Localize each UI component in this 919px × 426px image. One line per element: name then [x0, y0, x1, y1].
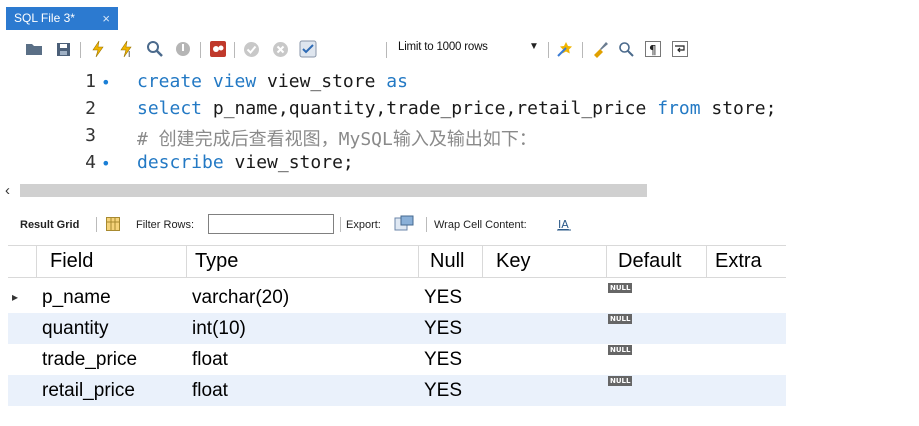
table-row[interactable]: quantity int(10) YES NULL [8, 313, 786, 344]
toggle-error-icon[interactable] [208, 39, 228, 59]
svg-text:I: I [128, 50, 130, 58]
cell-null[interactable]: YES [424, 313, 462, 344]
cell-type[interactable]: int(10) [192, 313, 246, 344]
line-number: 1 [85, 71, 96, 92]
statement-marker-icon: • [101, 154, 111, 173]
result-grid-tab[interactable]: Result Grid [20, 219, 79, 231]
cell-null[interactable]: YES [424, 375, 462, 406]
tab-sql-file-3[interactable]: SQL File 3* × [6, 7, 118, 30]
commit-icon[interactable] [241, 39, 261, 59]
export-label: Export: [346, 219, 381, 231]
scroll-left-icon[interactable]: ‹ [5, 182, 10, 199]
table-row[interactable]: retail_price float YES NULL [8, 375, 786, 406]
code-line-2: select p_name,quantity,trade_price,retai… [137, 98, 777, 119]
stop-icon[interactable] [173, 39, 193, 59]
cell-null[interactable]: YES [424, 282, 462, 313]
line-number: 4 [85, 152, 96, 173]
sql-editor[interactable]: 1 • create view view_store as 2 select p… [0, 68, 919, 180]
column-header-extra[interactable]: Extra [715, 246, 762, 277]
cell-type[interactable]: varchar(20) [192, 282, 289, 313]
invisible-chars-icon[interactable]: ¶ [643, 39, 663, 59]
execute-icon[interactable] [88, 39, 108, 59]
scrollbar-thumb[interactable] [20, 184, 647, 197]
grid-header-row: Field Type Null Key Default Extra [8, 245, 786, 278]
rollback-icon[interactable] [270, 39, 290, 59]
find-icon[interactable] [616, 39, 636, 59]
code-line-1: create view view_store as [137, 71, 408, 92]
cell-default-null-badge[interactable]: NULL [608, 376, 633, 386]
export-icon[interactable] [394, 215, 414, 236]
cell-type[interactable]: float [192, 344, 228, 375]
cell-field[interactable]: quantity [42, 313, 109, 344]
code-line-4: describe view_store; [137, 152, 354, 173]
statement-marker-icon: • [101, 73, 111, 92]
cell-default-null-badge[interactable]: NULL [608, 345, 633, 355]
cell-default-null-badge[interactable]: NULL [608, 283, 633, 293]
table-row[interactable]: ▸ p_name varchar(20) YES NULL [8, 282, 786, 313]
table-row[interactable]: trade_price float YES NULL [8, 344, 786, 375]
tab-title: SQL File 3* [14, 11, 75, 25]
svg-text:¶: ¶ [649, 43, 657, 57]
cell-field[interactable]: trade_price [42, 344, 137, 375]
line-number: 3 [85, 125, 96, 146]
column-header-type[interactable]: Type [195, 246, 238, 277]
wrap-cell-label: Wrap Cell Content: [434, 219, 527, 231]
cell-null[interactable]: YES [424, 344, 462, 375]
filter-rows-label: Filter Rows: [136, 219, 195, 231]
column-header-field[interactable]: Field [50, 246, 93, 277]
code-line-3-comment: # 创建完成后查看视图，MySQL输入及输出如下： [137, 129, 537, 150]
editor-tab-strip: SQL File 3* × [0, 0, 919, 30]
beautify-icon[interactable] [556, 39, 576, 59]
editor-horizontal-scrollbar[interactable]: ‹ [0, 181, 919, 201]
column-header-null[interactable]: Null [430, 246, 464, 277]
autocommit-icon[interactable] [298, 39, 318, 59]
result-grid: Field Type Null Key Default Extra ▸ p_na… [8, 245, 786, 406]
cell-default-null-badge[interactable]: NULL [608, 314, 633, 324]
grid-icon[interactable] [106, 217, 120, 234]
column-header-key[interactable]: Key [496, 246, 530, 277]
chevron-down-icon[interactable]: ▼ [529, 41, 539, 52]
cell-field[interactable]: p_name [42, 282, 111, 313]
row-selected-arrow-icon: ▸ [12, 290, 19, 304]
column-header-default[interactable]: Default [618, 246, 681, 277]
save-icon[interactable] [53, 39, 73, 59]
folder-icon[interactable] [24, 39, 44, 59]
cell-field[interactable]: retail_price [42, 375, 135, 406]
wrap-icon[interactable] [670, 39, 690, 59]
tab-close-icon[interactable]: × [102, 7, 110, 30]
explain-icon[interactable] [145, 39, 165, 59]
wrap-cell-icon[interactable]: IA [557, 217, 571, 234]
brush-icon[interactable] [590, 39, 610, 59]
result-toolbar: Result Grid Filter Rows: Export: Wrap Ce… [0, 212, 919, 238]
filter-rows-input[interactable] [208, 214, 334, 234]
line-number: 2 [85, 98, 96, 119]
svg-text:IA: IA [558, 218, 569, 231]
execute-current-icon[interactable]: I [117, 39, 137, 59]
limit-rows-select[interactable]: Limit to 1000 rows [398, 41, 488, 53]
cell-type[interactable]: float [192, 375, 228, 406]
sql-editor-toolbar: I Limit to 1000 rows ▼ ¶ [0, 34, 919, 64]
